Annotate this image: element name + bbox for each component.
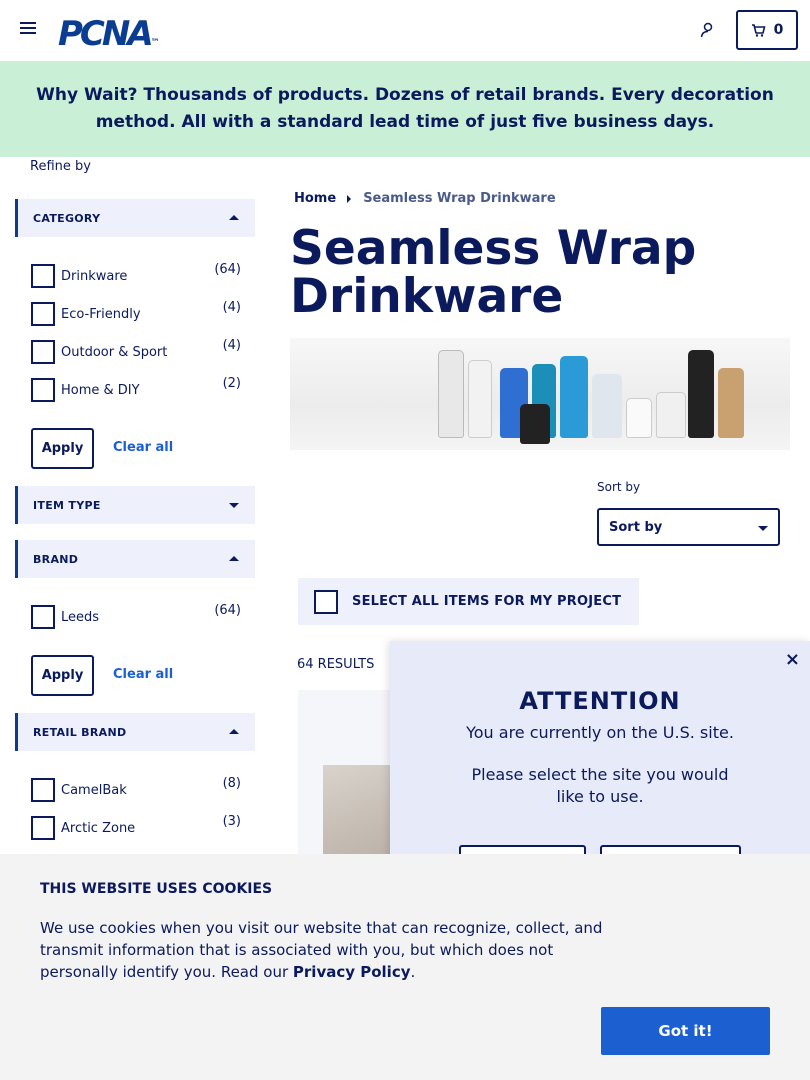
got-it-button[interactable]: Got it! bbox=[601, 1007, 770, 1055]
checkbox[interactable] bbox=[31, 816, 55, 840]
checkbox[interactable] bbox=[31, 340, 55, 364]
breadcrumb-home-link[interactable]: Home bbox=[294, 191, 336, 206]
filter-option-leeds[interactable]: Leeds (64) bbox=[31, 603, 241, 629]
facet-category-header[interactable]: CATEGORY bbox=[15, 199, 255, 237]
promo-body: Thousands of products. Dozens of retail … bbox=[95, 85, 774, 132]
sort-label: Sort by bbox=[597, 480, 641, 494]
menu-icon[interactable] bbox=[20, 22, 36, 36]
checkbox[interactable] bbox=[31, 778, 55, 802]
bottle-image bbox=[592, 374, 622, 438]
filter-option-outdoor-sport[interactable]: Outdoor & Sport (4) bbox=[31, 338, 241, 364]
filter-option-home-diy[interactable]: Home & DIY (2) bbox=[31, 376, 241, 402]
filter-label: CamelBak bbox=[61, 782, 127, 798]
chevron-down-icon bbox=[758, 526, 768, 531]
cookie-text: We use cookies when you visit our websit… bbox=[40, 917, 610, 983]
facet-title: ITEM TYPE bbox=[33, 498, 101, 512]
filter-count: (4) bbox=[222, 300, 241, 315]
refine-label: Refine by bbox=[30, 159, 91, 174]
cookie-end: . bbox=[410, 963, 416, 981]
filter-option-eco-friendly[interactable]: Eco-Friendly (4) bbox=[31, 300, 241, 326]
modal-instruction: Please select the site you would like to… bbox=[471, 765, 729, 806]
sort-select[interactable]: Sort by bbox=[597, 508, 780, 546]
filter-count: (4) bbox=[222, 338, 241, 353]
filter-label: Drinkware bbox=[61, 268, 128, 284]
chevron-down-icon bbox=[229, 503, 239, 508]
filter-option-drinkware[interactable]: Drinkware (64) bbox=[31, 262, 241, 288]
bottle-image bbox=[438, 350, 464, 438]
breadcrumb-current: Seamless Wrap Drinkware bbox=[363, 191, 556, 206]
cookie-title: THIS WEBSITE USES COOKIES bbox=[40, 881, 273, 897]
filter-label: Home & DIY bbox=[61, 382, 140, 398]
modal-message: You are currently on the U.S. site. bbox=[466, 723, 734, 742]
site-select-modal: × ATTENTION You are currently on the U.S… bbox=[390, 641, 810, 885]
breadcrumb: Home Seamless Wrap Drinkware bbox=[294, 191, 556, 206]
facet-item-type-header[interactable]: ITEM TYPE bbox=[15, 486, 255, 524]
site-header: PCNA™ 0 bbox=[0, 0, 810, 61]
select-all-bar[interactable]: SELECT ALL ITEMS FOR MY PROJECT bbox=[298, 578, 639, 625]
close-icon[interactable]: × bbox=[785, 649, 800, 670]
checkbox[interactable] bbox=[31, 302, 55, 326]
filter-count: (2) bbox=[222, 376, 241, 391]
filter-label: Arctic Zone bbox=[61, 820, 136, 836]
filter-count: (64) bbox=[214, 262, 241, 277]
chevron-up-icon bbox=[229, 556, 239, 561]
logo-trademark: ™ bbox=[150, 38, 160, 48]
logo-text: PCNA bbox=[58, 14, 154, 54]
cart-icon bbox=[751, 23, 766, 37]
facet-title: BRAND bbox=[33, 552, 79, 566]
account-icon[interactable] bbox=[700, 22, 716, 38]
filter-label: Leeds bbox=[61, 609, 100, 625]
promo-lead: Why Wait? bbox=[36, 85, 138, 105]
bottle-image bbox=[560, 356, 588, 438]
bottle-image bbox=[520, 404, 550, 444]
checkbox[interactable] bbox=[31, 378, 55, 402]
brand-apply-button[interactable]: Apply bbox=[31, 655, 94, 696]
promo-banner: Why Wait? Thousands of products. Dozens … bbox=[0, 61, 810, 157]
cart-button[interactable]: 0 bbox=[736, 10, 798, 50]
checkbox[interactable] bbox=[31, 264, 55, 288]
hero-image bbox=[290, 338, 790, 450]
facet-retail-brand-header[interactable]: RETAIL BRAND bbox=[15, 713, 255, 751]
filter-count: (8) bbox=[222, 776, 241, 791]
filter-option-arctic-zone[interactable]: Arctic Zone (3) bbox=[31, 814, 241, 840]
select-all-label: SELECT ALL ITEMS FOR MY PROJECT bbox=[352, 594, 622, 609]
facet-title: CATEGORY bbox=[33, 211, 101, 225]
results-count: 64 RESULTS bbox=[297, 657, 375, 672]
brand-clear-link[interactable]: Clear all bbox=[113, 667, 173, 682]
filter-count: (64) bbox=[214, 603, 241, 618]
promo-text: Why Wait? Thousands of products. Dozens … bbox=[14, 82, 796, 136]
facet-title: RETAIL BRAND bbox=[33, 725, 127, 739]
sort-value: Sort by bbox=[609, 519, 663, 535]
checkbox[interactable] bbox=[31, 605, 55, 629]
bottle-image bbox=[656, 392, 686, 438]
page-title: Seamless Wrap Drinkware bbox=[290, 221, 697, 324]
chevron-right-icon bbox=[347, 194, 352, 203]
select-all-checkbox[interactable] bbox=[314, 589, 338, 614]
bottle-image bbox=[626, 398, 652, 438]
chevron-up-icon bbox=[229, 215, 239, 220]
cookie-banner: THIS WEBSITE USES COOKIES We use cookies… bbox=[0, 854, 810, 1080]
category-apply-button[interactable]: Apply bbox=[31, 428, 94, 469]
modal-heading: ATTENTION bbox=[519, 687, 681, 715]
pcna-logo[interactable]: PCNA™ bbox=[58, 14, 160, 54]
cart-count: 0 bbox=[773, 22, 784, 38]
bottle-image bbox=[688, 350, 714, 438]
facet-brand-header[interactable]: BRAND bbox=[15, 540, 255, 578]
privacy-policy-link[interactable]: Privacy Policy bbox=[293, 963, 411, 981]
product-image[interactable] bbox=[323, 765, 393, 865]
chevron-up-icon bbox=[229, 729, 239, 734]
filter-label: Outdoor & Sport bbox=[61, 344, 168, 360]
filter-count: (3) bbox=[222, 814, 241, 829]
filter-option-camelbak[interactable]: CamelBak (8) bbox=[31, 776, 241, 802]
filter-label: Eco-Friendly bbox=[61, 306, 141, 322]
bottle-image bbox=[718, 368, 744, 438]
bottle-image bbox=[468, 360, 492, 438]
category-clear-link[interactable]: Clear all bbox=[113, 440, 173, 455]
